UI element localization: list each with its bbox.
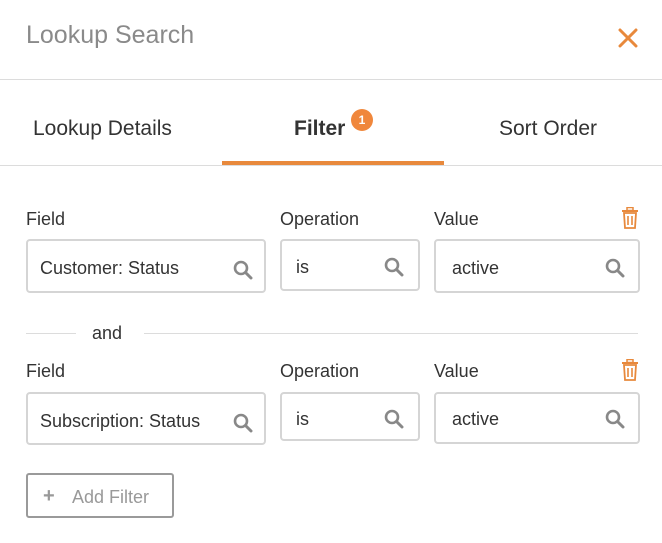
field-label: Field [26, 209, 66, 229]
operation-label: Operation [280, 361, 360, 381]
tab-filter[interactable]: Filter [294, 117, 345, 141]
operation-value: is [296, 409, 309, 429]
filter-count-badge: 1 [351, 109, 373, 131]
field-value: Subscription: Status [40, 411, 201, 431]
search-icon[interactable] [233, 413, 253, 433]
dialog-header: Lookup Search [0, 0, 662, 80]
search-icon[interactable] [605, 258, 625, 278]
close-icon[interactable] [616, 26, 640, 50]
tab-sort-order[interactable]: Sort Order [499, 117, 597, 141]
value-value: active [452, 258, 500, 278]
value-input[interactable]: active [434, 392, 640, 444]
field-input[interactable]: Subscription: Status [26, 392, 266, 445]
divider-right [144, 333, 638, 334]
operation-input[interactable]: is [280, 392, 420, 441]
search-icon[interactable] [384, 409, 404, 429]
search-icon[interactable] [384, 257, 404, 277]
value-label: Value [434, 209, 479, 229]
dialog-title: Lookup Search [26, 21, 195, 49]
add-filter-button[interactable]: + Add Filter [26, 473, 174, 518]
divider-left [26, 333, 76, 334]
field-label: Field [26, 361, 66, 381]
active-tab-indicator [222, 161, 444, 165]
add-filter-label: Add Filter [72, 487, 150, 507]
value-input[interactable]: active [434, 239, 640, 293]
operation-input[interactable]: is [280, 239, 420, 291]
value-value: active [452, 409, 500, 429]
search-icon[interactable] [605, 409, 625, 429]
trash-icon[interactable] [621, 207, 639, 229]
plus-icon: + [43, 485, 55, 507]
field-value: Customer: Status [40, 258, 180, 278]
tab-bar: Lookup Details Filter 1 Sort Order [0, 80, 662, 166]
value-label: Value [434, 361, 479, 381]
trash-icon[interactable] [621, 359, 639, 381]
field-input[interactable]: Customer: Status [26, 239, 266, 293]
tab-lookup-details[interactable]: Lookup Details [33, 117, 172, 141]
operation-label: Operation [280, 209, 360, 229]
search-icon[interactable] [233, 260, 253, 280]
connector-label: and [92, 323, 123, 343]
operation-value: is [296, 257, 309, 277]
